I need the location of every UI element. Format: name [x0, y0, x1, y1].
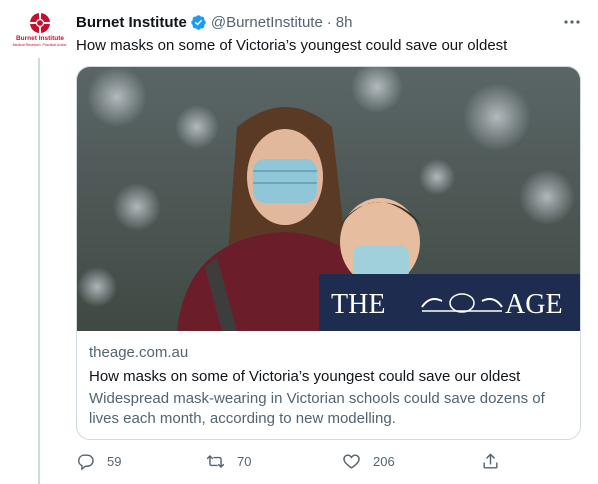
link-card[interactable]: THE AGE theage.com.au How masks on some … [76, 66, 581, 440]
retweet-icon [206, 455, 225, 468]
burnet-logo-icon [30, 13, 50, 33]
card-description: Widespread mask-wearing in Victorian sch… [89, 390, 545, 427]
card-body: theage.com.au How masks on some of Victo… [89, 343, 569, 429]
reply-icon [78, 454, 94, 471]
avatar[interactable]: Burnet Institute Medical Research. Pract… [12, 12, 68, 58]
avatar-logo-text: Burnet Institute [15, 35, 65, 42]
reply-count: 59 [107, 454, 122, 469]
card-photo: THE AGE [77, 67, 580, 331]
retweet-count: 70 [237, 454, 252, 469]
share-icon [483, 453, 498, 469]
card-domain: theage.com.au [89, 344, 189, 361]
verified-badge-icon [191, 14, 206, 30]
tweet-actions: 59 70 206 [76, 452, 506, 476]
author-handle[interactable]: @BurnetInstitute [211, 14, 323, 31]
banner-text-age: AGE [505, 289, 563, 320]
tweet-header: Burnet Institute @BurnetInstitute · 8h [76, 12, 352, 32]
more-options-button[interactable] [560, 12, 584, 32]
tweet-text: How masks on some of Victoria’s youngest… [76, 37, 508, 54]
banner-text-the: THE [331, 289, 385, 320]
like-icon [343, 454, 360, 469]
like-count: 206 [373, 454, 395, 469]
card-image[interactable]: THE AGE [77, 67, 580, 331]
tweet-timestamp[interactable]: 8h [336, 14, 353, 31]
thread-line [38, 58, 40, 484]
avatar-logo-subtitle: Medical Research. Practical Action. [12, 42, 68, 47]
card-title: How masks on some of Victoria’s youngest… [89, 368, 521, 385]
reply-button[interactable]: 59 [76, 452, 121, 471]
retweet-button[interactable]: 70 [206, 452, 251, 471]
like-button[interactable]: 206 [342, 452, 395, 471]
share-button[interactable] [481, 452, 500, 471]
author-name[interactable]: Burnet Institute [76, 14, 187, 31]
header-separator: · [326, 13, 332, 31]
more-options-icon [564, 20, 580, 24]
